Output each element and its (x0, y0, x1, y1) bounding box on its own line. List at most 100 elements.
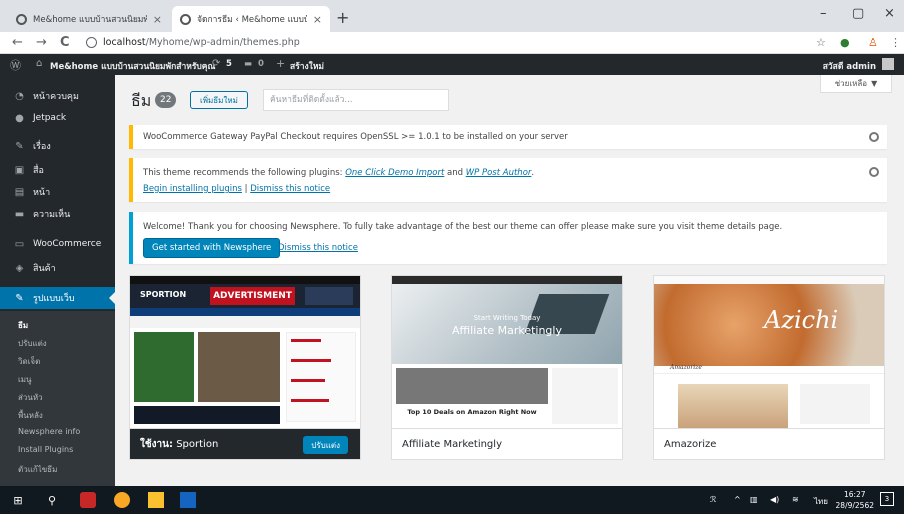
sidebar-item-comments[interactable]: ▬ ความเห็น (0, 203, 115, 225)
url-field[interactable]: localhost/Myhome/wp-admin/themes.php (103, 37, 300, 48)
submenu-item-header[interactable]: ส่วนหัว (18, 391, 43, 404)
reload-icon[interactable]: C (60, 35, 70, 50)
screenshot-hero-fox: Azichi (654, 284, 884, 366)
screenshot-headline: Top 10 Deals on Amazon Right Now (407, 408, 537, 416)
file-explorer-icon[interactable] (148, 492, 164, 508)
browser-tab-home[interactable]: Me&home แบบบ้านสวนนิยมพักสำหรั... × (8, 6, 170, 32)
customize-button[interactable]: ปรับแต่ง (303, 436, 348, 454)
screenshot-image-storefront (396, 368, 548, 404)
page-icon: ▤ (14, 186, 25, 198)
sidebar-item-pages[interactable]: ▤ หน้า (0, 181, 115, 203)
theme-screenshot-amazorize[interactable]: Azichi Amazorize (654, 276, 884, 428)
red-app-icon[interactable] (80, 492, 96, 508)
new-content-link[interactable]: สร้างใหม่ (290, 59, 324, 73)
sidebar-item-media[interactable]: ▣ สื่อ (0, 159, 115, 181)
browser-tab-themes[interactable]: จัดการธีม ‹ Me&home แบบบ้านสวน... × (172, 6, 330, 32)
sidebar-item-jetpack[interactable]: ● Jetpack (0, 107, 115, 129)
comments-count[interactable]: 0 (258, 59, 264, 69)
add-new-theme-button[interactable]: เพิ่มธีมใหม่ (190, 91, 248, 109)
wordpress-logo-icon[interactable]: Ⓦ (10, 57, 21, 73)
new-tab-button[interactable]: + (336, 8, 349, 27)
submenu-item-theme-editor[interactable]: ตัวแก้ไขธีม (18, 463, 57, 476)
tab-title: จัดการธีม ‹ Me&home แบบบ้านสวน... (197, 15, 307, 25)
theme-card-sportion[interactable]: SPORTION ADVERTISMENT ใช้งาน: Sportion ป… (129, 275, 361, 460)
screenshot-line (291, 339, 321, 342)
dismiss-notice-icon[interactable] (869, 132, 879, 142)
dismiss-welcome-link[interactable]: Dismiss this notice (278, 243, 358, 253)
maximize-button[interactable]: ▢ (852, 6, 864, 21)
site-name-link[interactable]: Me&home แบบบ้านสวนนิยมพักสำหรับคุณ (50, 59, 215, 73)
theme-screenshot-affiliate[interactable]: Start Writing Today Affiliate Marketingl… (392, 276, 622, 428)
forward-arrow-icon[interactable]: → (36, 35, 47, 50)
wifi-icon[interactable]: ≋ (792, 495, 799, 504)
extension-icon[interactable]: ● (840, 36, 850, 49)
submenu-item-themes[interactable]: ธีม (18, 319, 28, 332)
submenu-item-install-plugins[interactable]: Install Plugins (18, 445, 73, 454)
account-greeting[interactable]: สวัสดี admin (823, 59, 876, 73)
get-started-newsphere-button[interactable]: Get started with Newsphere (143, 238, 281, 258)
address-bar: ← → C localhost/Myhome/wp-admin/themes.p… (0, 32, 904, 54)
dashboard-icon: ◔ (15, 90, 24, 102)
notice-text: This theme recommends the following plug… (143, 168, 534, 178)
notice-text: Welcome! Thank you for choosing Newspher… (143, 222, 783, 232)
search-icon[interactable]: ⚲ (44, 492, 60, 508)
network-icon[interactable]: ▥ (750, 495, 758, 504)
sidebar-item-woocommerce[interactable]: ▭ WooCommerce (0, 233, 115, 255)
search-themes-input[interactable] (263, 89, 449, 111)
notifications-icon[interactable]: 3 (880, 492, 894, 506)
clock[interactable]: 16:27 28/9/2562 (836, 489, 874, 511)
tab-title: Me&home แบบบ้านสวนนิยมพักสำหรั... (33, 15, 147, 25)
plus-icon[interactable]: + (276, 57, 285, 70)
submenu-item-widgets[interactable]: วิดเจ็ต (18, 355, 40, 368)
sidebar-item-posts[interactable]: ✎ เรื่อง (0, 135, 115, 157)
updates-count[interactable]: 5 (226, 59, 232, 69)
theme-card-affiliate-marketingly[interactable]: Start Writing Today Affiliate Marketingl… (391, 275, 623, 460)
volume-icon[interactable]: ◀) (770, 495, 779, 504)
start-button-icon[interactable]: ⊞ (10, 492, 26, 508)
theme-footer: Amazorize (654, 428, 884, 459)
back-arrow-icon[interactable]: ← (12, 35, 23, 50)
sidebar-item-appearance[interactable]: ✎ รูปแบบเว็บ (0, 287, 115, 309)
submenu-item-customize[interactable]: ปรับแต่ง (18, 337, 47, 350)
begin-installing-plugins-link[interactable]: Begin installing plugins (143, 184, 242, 194)
notice-period: . (531, 168, 535, 178)
sidebar-item-products[interactable]: ◈ สินค้า (0, 257, 115, 279)
dismiss-notice-link[interactable]: Dismiss this notice (250, 184, 330, 194)
plugin-link-ocdi[interactable]: One Click Demo Import (345, 168, 444, 178)
chrome-favicon-icon (16, 13, 27, 25)
updates-icon[interactable]: ⟳ (212, 58, 220, 69)
screenshot-line (291, 379, 325, 382)
screenshot-title: Affiliate Marketingly (452, 324, 562, 337)
comments-icon[interactable]: ▬ (244, 59, 252, 69)
tray-chevron-icon[interactable]: ^ (734, 495, 741, 504)
site-info-icon[interactable] (86, 37, 97, 48)
windows-taskbar: ⊞ ⚲ ℛ ^ ▥ ◀) ≋ ไทย 16:27 28/9/2562 3 (0, 486, 904, 514)
browser-menu-icon[interactable]: ⋮ (890, 36, 901, 49)
woocommerce-icon: ▭ (14, 238, 25, 250)
theme-card-amazorize[interactable]: Azichi Amazorize Amazorize (653, 275, 885, 460)
dismiss-notice-icon[interactable] (869, 167, 879, 177)
input-language[interactable]: ไทย (814, 495, 828, 508)
profile-icon[interactable]: ♙ (868, 36, 878, 49)
screenshot-image-football (134, 332, 194, 402)
submenu-item-menus[interactable]: เมนู (18, 373, 31, 386)
submenu-item-newsphere-info[interactable]: Newsphere info (18, 427, 80, 436)
avatar[interactable] (882, 58, 894, 70)
screenshot-title: Azichi (764, 306, 839, 334)
theme-screenshot-sportion[interactable]: SPORTION ADVERTISMENT (130, 276, 360, 428)
help-tab-button[interactable]: ช่วยเหลือ ▼ (820, 75, 892, 93)
tab-close-icon[interactable]: × (313, 13, 322, 26)
close-window-button[interactable]: × (884, 6, 895, 21)
plugin-link-wp-post-author[interactable]: WP Post Author (466, 168, 532, 178)
wp-admin-bar: Ⓦ ⌂ Me&home แบบบ้านสวนนิยมพักสำหรับคุณ ⟳… (0, 54, 904, 75)
theme-name: Affiliate Marketingly (402, 439, 502, 450)
bookmark-star-icon[interactable]: ☆ (816, 36, 826, 49)
sidebar-item-dashboard[interactable]: ◔ หน้าควบคุม (0, 85, 115, 107)
chrome-icon[interactable] (114, 492, 130, 508)
minimize-button[interactable]: – (820, 6, 827, 21)
tab-close-icon[interactable]: × (153, 13, 162, 26)
notice-separator: | (244, 184, 248, 194)
submenu-item-background[interactable]: พื้นหลัง (18, 409, 43, 422)
word-icon[interactable] (180, 492, 196, 508)
people-icon[interactable]: ℛ (710, 495, 716, 504)
